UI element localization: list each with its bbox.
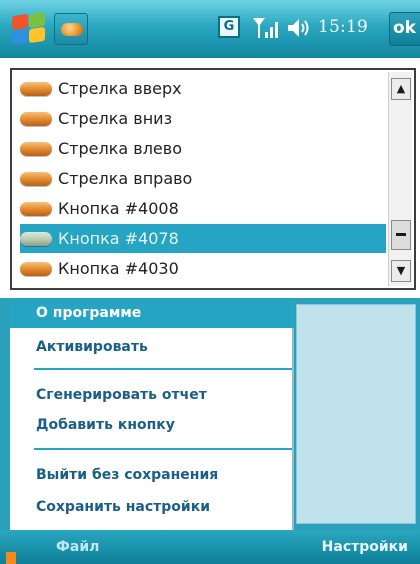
background-panel <box>296 304 416 524</box>
softkey-settings[interactable]: Настройки <box>270 530 420 564</box>
pill-icon <box>61 23 83 36</box>
list-item-label: Кнопка #4030 <box>58 259 179 278</box>
list-item[interactable]: Кнопка #4030 <box>20 254 386 283</box>
title-bar: G 15:19 ok <box>0 0 420 58</box>
clock-text[interactable]: 15:19 <box>318 17 384 39</box>
app-icon[interactable] <box>54 13 88 45</box>
scroll-down-button[interactable]: ▼ <box>391 260 411 282</box>
ok-button[interactable]: ok <box>389 12 420 46</box>
file-menu-popup[interactable]: О программе Активировать Сгенерировать о… <box>10 298 294 530</box>
corner-marker <box>6 552 16 564</box>
list-item-selected[interactable]: Кнопка #4078 <box>20 224 386 253</box>
signal-icon[interactable] <box>251 14 279 42</box>
list-item-label: Кнопка #4078 <box>58 229 179 248</box>
list-item-label: Стрелка вверх <box>58 79 182 98</box>
item-pill-icon <box>20 201 52 216</box>
list-item[interactable]: Стрелка вниз <box>20 104 386 133</box>
volume-icon[interactable] <box>286 16 312 40</box>
list-item-label: Кнопка #4008 <box>58 199 179 218</box>
softkey-file[interactable]: Файл <box>0 530 150 564</box>
softkey-bar: Файл Настройки <box>0 530 420 564</box>
item-pill-icon <box>20 141 52 156</box>
menu-item-add-button[interactable]: Добавить кнопку <box>10 410 294 440</box>
scroll-thumb[interactable] <box>391 220 411 250</box>
item-listbox[interactable]: Стрелка вверх Стрелка вниз Стрелка влево… <box>10 68 416 290</box>
flag-yellow-quad <box>29 26 45 44</box>
list-scrollbar[interactable]: ▲ ▼ <box>388 72 412 286</box>
list-item-label: Стрелка влево <box>58 139 182 158</box>
menu-separator <box>34 368 292 370</box>
flag-green-quad <box>29 11 45 29</box>
grip-icon <box>396 233 406 236</box>
list-item[interactable]: Стрелка вверх <box>20 74 386 103</box>
keyboard-icon[interactable]: G <box>218 16 240 38</box>
list-item[interactable]: Стрелка влево <box>20 134 386 163</box>
list-item-label: Стрелка вправо <box>58 169 193 188</box>
menu-item-activate[interactable]: Активировать <box>10 332 294 362</box>
menu-item-save-settings[interactable]: Сохранить настройки <box>10 492 294 522</box>
menu-item-generate-report[interactable]: Сгенерировать отчет <box>10 380 294 410</box>
menu-item-exit-without-saving[interactable]: Выйти без сохранения <box>10 460 294 490</box>
list-item-label: Стрелка вниз <box>58 109 173 128</box>
item-pill-icon <box>20 171 52 186</box>
menu-item-about[interactable]: О программе <box>10 298 294 328</box>
list-item[interactable]: Стрелка вправо <box>20 164 386 193</box>
menu-backdrop: О программе Активировать Сгенерировать о… <box>0 298 420 530</box>
content-area: Стрелка вверх Стрелка вниз Стрелка влево… <box>0 58 420 298</box>
flag-blue-quad <box>12 28 28 46</box>
item-pill-icon <box>20 231 52 246</box>
menu-separator <box>34 448 292 450</box>
windows-start-icon[interactable] <box>8 11 48 47</box>
item-pill-icon <box>20 81 52 96</box>
item-pill-icon <box>20 261 52 276</box>
scroll-up-button[interactable]: ▲ <box>391 78 411 100</box>
item-pill-icon <box>20 111 52 126</box>
list-item[interactable]: Кнопка #4008 <box>20 194 386 223</box>
flag-red-quad <box>12 13 28 31</box>
